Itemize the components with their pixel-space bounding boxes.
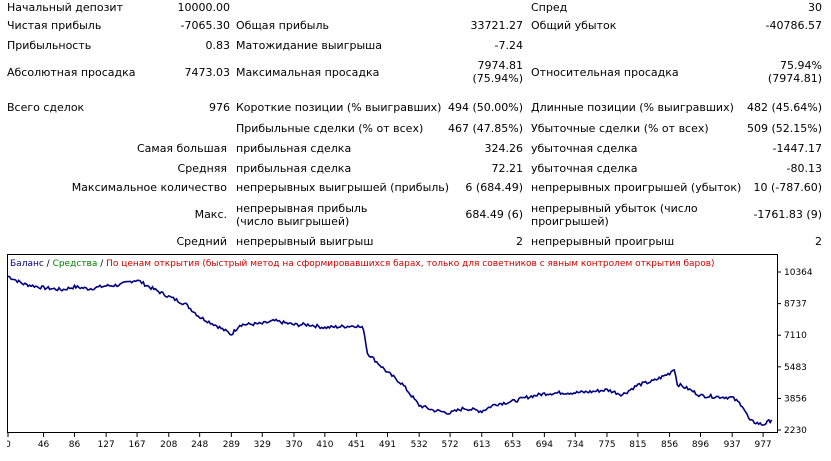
y-tick-label: 7110 (784, 331, 807, 341)
short-positions-value: 494 (50.00%) (447, 101, 523, 114)
max-consec-profit-label: непрерывная прибыль (число выигрышей) (236, 202, 368, 228)
gross-profit-value: 33721.27 (470, 19, 524, 32)
loss-trades-value: 509 (52.15%) (746, 122, 822, 135)
long-positions-value: 482 (45.64%) (746, 101, 822, 114)
y-tick-label: 3856 (784, 394, 807, 404)
max-consec2-label: Макс. (194, 208, 227, 221)
spread-value: 30 (808, 1, 822, 14)
max-consec-loss-label: непрерывный убыток (число проигрышей) (531, 202, 698, 228)
max-consec-label: Максимальное количество (71, 181, 227, 194)
legend-equity: Средства (53, 259, 98, 269)
x-tick-label: 613 (473, 440, 490, 450)
legend-mode: По ценам открытия (быстрый метод на сфор… (106, 259, 714, 269)
x-tick-label: 734 (567, 440, 584, 450)
expected-payoff-value: -7.24 (494, 39, 523, 52)
y-tick-label: 10364 (784, 268, 813, 278)
abs-drawdown-value: 7473.03 (184, 66, 231, 79)
x-tick-label: 653 (504, 440, 521, 450)
profit-trades-value: 467 (47.85%) (447, 122, 523, 135)
x-tick-label: 694 (536, 440, 553, 450)
x-tick-label: 248 (191, 440, 208, 450)
x-tick-label: 491 (379, 440, 396, 450)
x-tick-label: 532 (411, 440, 428, 450)
x-tick-label: 451 (348, 440, 365, 450)
legend-balance: Баланс (10, 259, 44, 269)
x-tick-label: 208 (160, 440, 177, 450)
x-tick-label: 329 (254, 440, 271, 450)
x-tick-label: 46 (38, 440, 50, 450)
chart-legend: Баланс / Средства / По ценам открытия (б… (10, 259, 715, 269)
x-tick-label: 289 (223, 440, 240, 450)
max-consec-profit-value: 684.49 (6) (465, 208, 523, 221)
x-tick-label: 775 (598, 440, 615, 450)
max-drawdown-value: 7974.81 (477, 59, 524, 72)
largest-loss-value: -1447.17 (772, 142, 822, 155)
profit-factor-value: 0.83 (205, 39, 231, 52)
max-consec-wins-value: 6 (684.49) (465, 181, 523, 194)
x-tick-label: 977 (754, 440, 771, 450)
initial-deposit-value: 10000.00 (177, 1, 231, 14)
chart-frame (7, 254, 778, 433)
max-consec-losses-value: 10 (-787.60) (753, 181, 822, 194)
largest-label: Самая большая (136, 142, 227, 155)
balance-chart: Баланс / Средства / По ценам открытия (б… (7, 254, 825, 450)
rel-drawdown-amount: (7974.81) (767, 72, 822, 85)
x-tick-label: 370 (285, 440, 302, 450)
x-tick-label: 167 (128, 440, 145, 450)
x-tick-label: 896 (692, 440, 709, 450)
avg-consec-win-value: 2 (516, 235, 523, 248)
net-profit-value: -7065.30 (180, 19, 230, 32)
x-tick-label: 0 (7, 440, 11, 450)
legend-sep1: / (44, 259, 53, 269)
x-tick-label: 572 (441, 440, 458, 450)
y-tick-label: 5483 (784, 363, 807, 373)
report-stats: Начальный депозит 10000.00 Спред 30 Чист… (0, 0, 831, 252)
rel-drawdown-value: 75.94% (780, 59, 822, 72)
x-tick-label: 856 (661, 440, 678, 450)
legend-sep2: / (97, 259, 106, 269)
average-label: Средняя (177, 162, 227, 175)
gross-loss-value: -40786.57 (765, 19, 822, 32)
average-profit-value: 72.21 (491, 162, 524, 175)
x-tick-label: 127 (98, 440, 115, 450)
x-tick-label: 410 (316, 440, 333, 450)
y-tick-label: 2230 (784, 426, 807, 436)
max-consec-loss-value: -1761.83 (9) (753, 208, 822, 221)
y-tick-label: 8737 (784, 300, 807, 310)
x-tick-label: 815 (629, 440, 646, 450)
x-tick-label: 937 (724, 440, 741, 450)
average-loss-value: -80.13 (786, 162, 822, 175)
total-trades-value: 976 (209, 101, 230, 114)
balance-chart-svg: Баланс / Средства / По ценам открытия (б… (7, 254, 813, 450)
max-drawdown-percent: (75.94%) (472, 72, 523, 85)
avg-consec-loss-value: 2 (815, 235, 822, 248)
x-tick-label: 86 (69, 440, 81, 450)
avg-consec-label: Средний (176, 235, 227, 248)
largest-profit-value: 324.26 (484, 142, 524, 155)
